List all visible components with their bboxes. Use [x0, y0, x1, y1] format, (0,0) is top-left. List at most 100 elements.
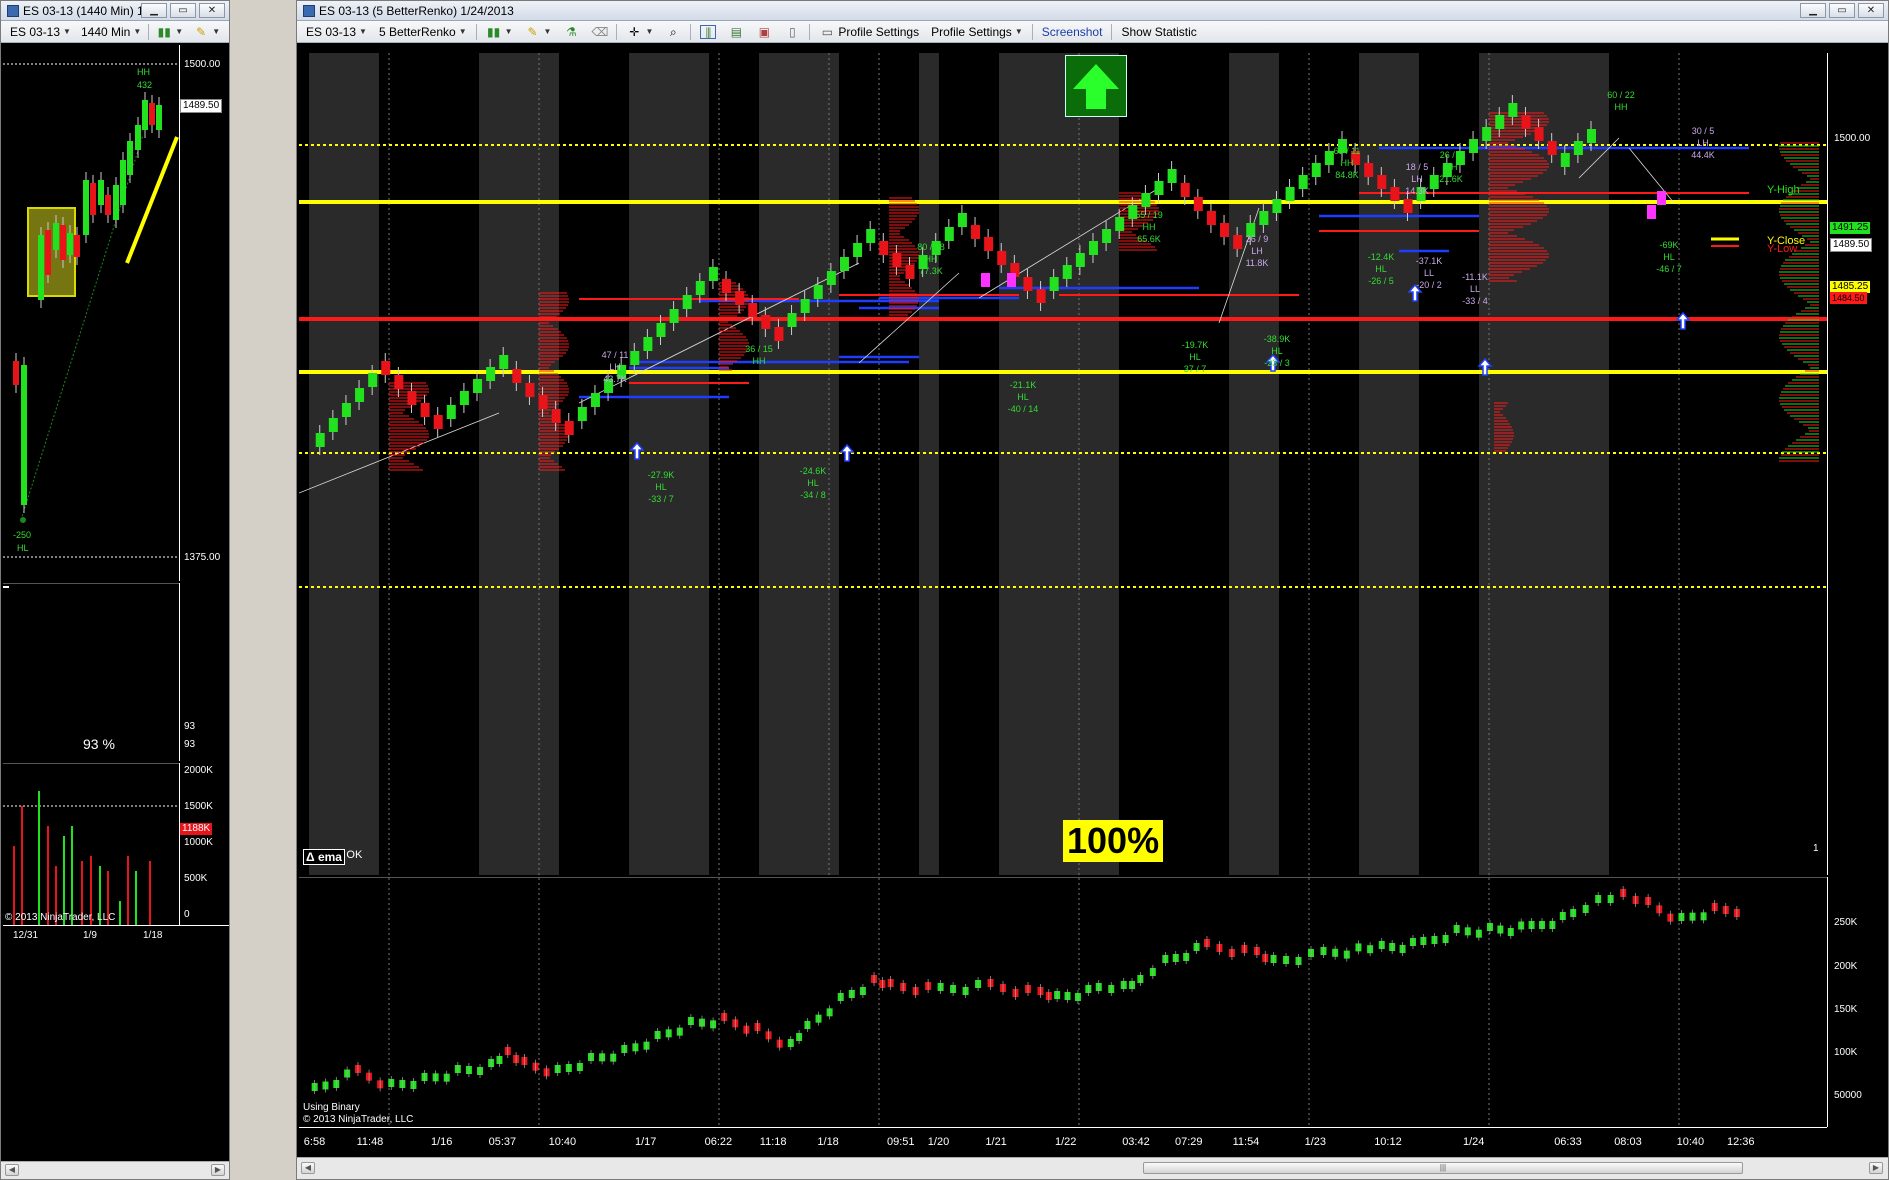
- volume-bar: [71, 826, 73, 925]
- swing-label: 18 / 5 LH 14.3K: [1405, 161, 1429, 197]
- left-date-axis: 12/31 1/9 1/18: [3, 925, 229, 947]
- window-close-icon[interactable]: ✕: [199, 3, 225, 18]
- crosshair-icon[interactable]: ✛ ▼: [623, 23, 656, 41]
- candle-body: [156, 105, 162, 130]
- mvol-axis-100k: 100K: [1834, 1047, 1858, 1058]
- main-scroll-left[interactable]: ◀: [301, 1162, 315, 1174]
- window-minimize-icon[interactable]: ▁: [1800, 3, 1826, 18]
- swing-label: 47 / 11 LH 43.7K: [602, 349, 629, 385]
- main-volume-panel[interactable]: Using Binary © 2013 NinjaTrader, LLC: [299, 877, 1827, 1127]
- eraser-icon[interactable]: ⌫: [588, 23, 610, 41]
- swing-label: -27.9K HL -33 / 7: [648, 469, 675, 505]
- window-splitter[interactable]: [232, 0, 296, 1180]
- volume-bar: [21, 806, 23, 925]
- left-period-selector[interactable]: 1440 Min ▼: [78, 23, 144, 41]
- window-minimize-icon[interactable]: ▁: [141, 3, 167, 18]
- percent-axis-label-a: 93: [184, 721, 196, 732]
- left-date-2: 1/9: [83, 930, 97, 941]
- volume-bar: [38, 791, 40, 925]
- profile-settings-button-2[interactable]: Profile Settings ▼: [928, 23, 1026, 41]
- candle-body: [135, 125, 141, 150]
- swing-label: 26 / 9 LH 11.8K: [1246, 233, 1269, 269]
- main-scroll-right[interactable]: ▶: [1869, 1162, 1883, 1174]
- pencil-icon[interactable]: ✎ ▼: [522, 23, 555, 41]
- left-instrument-selector[interactable]: ES 03-13 ▼: [7, 23, 74, 41]
- time-axis-label: 09:51: [887, 1136, 915, 1148]
- screenshot-button[interactable]: Screenshot: [1039, 23, 1106, 41]
- y-low-price-box: 1484.50: [1830, 292, 1867, 304]
- vol-axis-2000k: 2000K: [184, 765, 213, 776]
- main-scroll-thumb[interactable]: |||: [1143, 1162, 1743, 1174]
- indicators-icon[interactable]: ▤: [725, 23, 747, 41]
- window-close-icon[interactable]: ✕: [1858, 3, 1884, 18]
- left-copyright: © 2013 NinjaTrader, LLC: [5, 912, 116, 923]
- strategy-icon[interactable]: ⚗: [560, 23, 582, 41]
- left-scroll-right[interactable]: ▶: [211, 1164, 225, 1176]
- vol-axis-1000k: 1000K: [184, 837, 213, 848]
- swing-label: 36 / 15 HH: [745, 343, 773, 367]
- left-percent-axis: 93 93: [179, 583, 229, 761]
- candle-body: [90, 183, 96, 215]
- main-price-panel[interactable]: Y-High Y-Close Y-Low 47 / 11 LH 43.7K -27.9K H…: [299, 53, 1827, 875]
- left-date-3: 1/18: [143, 930, 163, 941]
- left-scroll-left[interactable]: ◀: [5, 1164, 19, 1176]
- swing-label: 26 / 3 HH 21.6K: [1439, 149, 1463, 185]
- left-percent-value: 93 %: [83, 736, 115, 752]
- swing-label-line: LH: [609, 362, 621, 372]
- swing-label-line: 26 / 9: [1245, 234, 1269, 244]
- swing-label-line: -26 / 5: [1368, 276, 1394, 286]
- data-box-icon[interactable]: ▯: [781, 23, 803, 41]
- main-period-selector[interactable]: 5 BetterRenko ▼: [376, 23, 470, 41]
- app-icon: [303, 4, 315, 17]
- main-volume-axis: 250K 200K 150K 100K 50000: [1827, 877, 1888, 1127]
- mvol-axis-50000: 50000: [1834, 1090, 1862, 1101]
- main-instrument-selector[interactable]: ES 03-13 ▼: [303, 23, 370, 41]
- properties-icon[interactable]: ▣: [753, 23, 775, 41]
- left-volume-axis: 2000K 1500K 1188K 1000K 500K 0: [179, 763, 229, 925]
- left-volume-panel: © 2013 NinjaTrader, LLC: [3, 763, 179, 925]
- pencil-icon[interactable]: ✎ ▼: [190, 23, 223, 41]
- time-axis-label: 1/24: [1463, 1136, 1485, 1148]
- chart-style-icon[interactable]: ▮▮ ▼: [483, 23, 516, 41]
- mvol-axis-250k: 250K: [1834, 917, 1858, 928]
- show-statistic-button[interactable]: Show Statistic: [1118, 23, 1199, 41]
- left-price-panel[interactable]: HH 432 -250 HL: [3, 45, 179, 581]
- swing-label-line: HH: [1340, 158, 1354, 168]
- swing-label-line: 63 / 11: [1333, 146, 1361, 156]
- ema-label[interactable]: Δ ema: [303, 849, 345, 865]
- y-high-price-box: 1491.25: [1830, 222, 1871, 234]
- percent-marker: [3, 586, 9, 588]
- swing-label-line: -46 / 7: [1656, 264, 1682, 274]
- chart-style-icon[interactable]: ▮▮ ▼: [153, 23, 186, 41]
- swing-label-line: 65.6K: [1137, 234, 1161, 244]
- time-axis-label: 1/21: [985, 1136, 1007, 1148]
- swing-label-line: -40 / 14: [1007, 404, 1039, 414]
- swing-label-line: HL: [1017, 392, 1029, 402]
- main-window-titlebar[interactable]: ES 03-13 (5 BetterRenko) 1/24/2013 ▁ ▭ ✕: [297, 1, 1888, 21]
- left-window-titlebar[interactable]: ES 03-13 (1440 Min) 1/24 ▁ ▭ ✕: [1, 1, 229, 21]
- main-scrollbar[interactable]: ◀ ||| ▶: [297, 1157, 1888, 1179]
- window-restore-icon[interactable]: ▭: [1829, 3, 1855, 18]
- swing-label-line: HH: [1614, 102, 1628, 112]
- candle-body: [98, 180, 104, 205]
- candle-body: [38, 235, 44, 300]
- zoom-icon[interactable]: ⌕: [662, 23, 684, 41]
- time-axis-label: 05:37: [488, 1136, 517, 1148]
- left-axis-1500: 1500.00: [184, 59, 221, 70]
- candle-body: [149, 103, 155, 125]
- time-axis-label: 08:03: [1614, 1136, 1642, 1148]
- candle-body: [74, 235, 80, 257]
- bar-spacing-icon[interactable]: ⫼: [697, 23, 719, 41]
- swing-label-line: LH: [1411, 174, 1423, 184]
- percent-axis-label-b: 93: [184, 739, 196, 750]
- swing-label-line: 36 / 15: [745, 344, 773, 354]
- vol-axis-1500k: 1500K: [184, 801, 213, 812]
- profile-settings-button-1[interactable]: ▭ Profile Settings: [816, 23, 922, 41]
- swing-label-line: HL: [807, 478, 819, 488]
- swing-label: 55 / 19 HH 65.6K: [1135, 209, 1163, 245]
- swing-label-line: HH: [1444, 162, 1458, 172]
- window-restore-icon[interactable]: ▭: [170, 3, 196, 18]
- main-volume-chart: [311, 878, 1740, 1127]
- left-scrollbar[interactable]: ◀ ▶: [1, 1161, 229, 1179]
- candle-body: [45, 230, 51, 275]
